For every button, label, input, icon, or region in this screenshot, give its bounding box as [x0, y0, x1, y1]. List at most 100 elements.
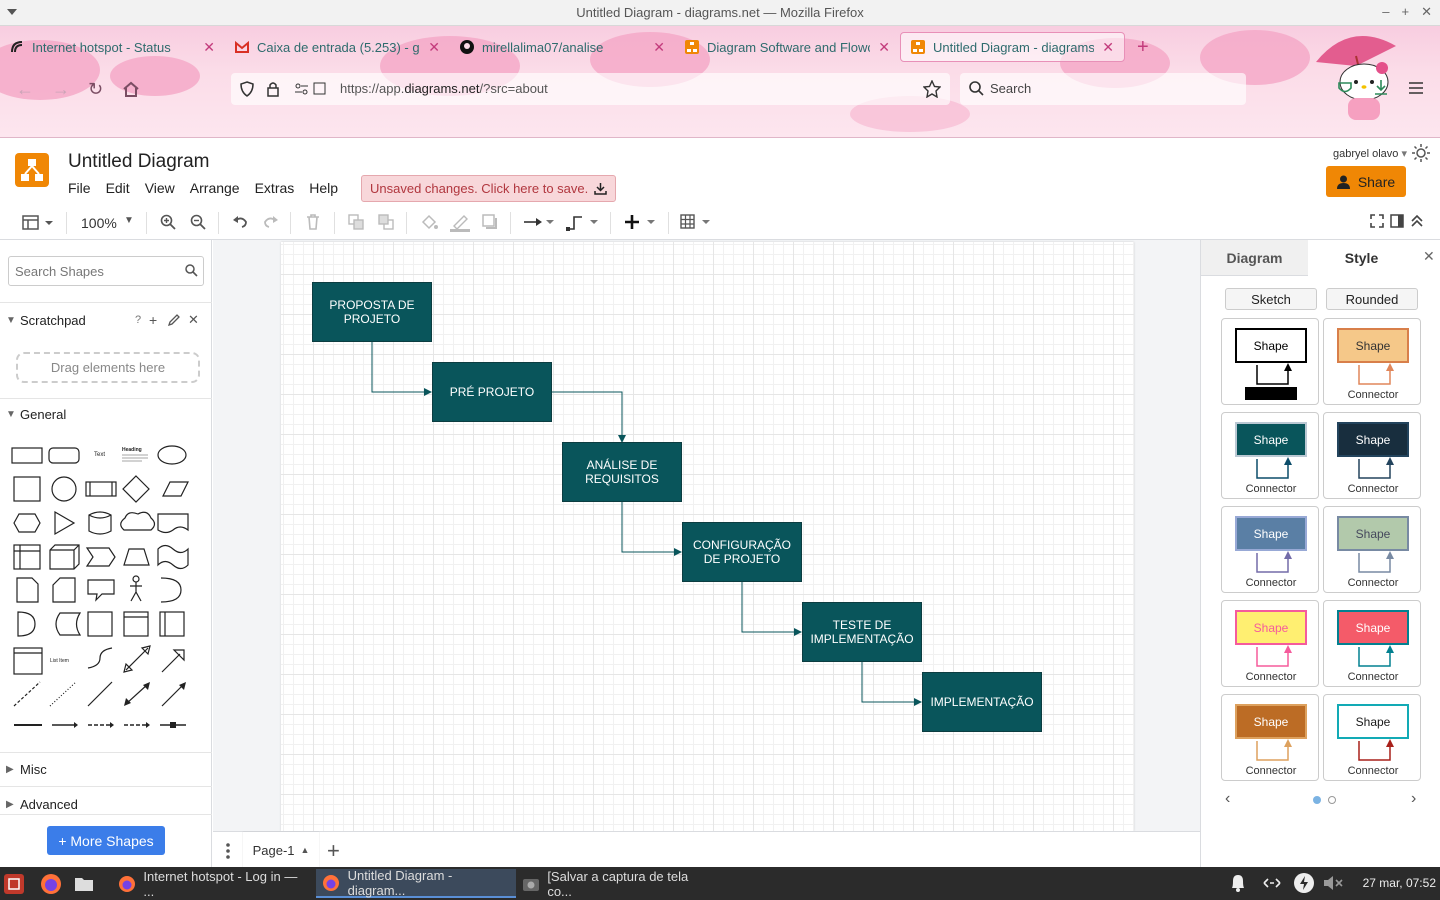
- sidebar-toggle-icon[interactable]: [22, 215, 56, 231]
- node-implementacao[interactable]: IMPLEMENTAÇÃO: [922, 672, 1042, 732]
- downloads-icon[interactable]: [1373, 79, 1389, 97]
- node-teste-de-implementacao[interactable]: TESTE DE IMPLEMENTAÇÃO: [802, 602, 922, 662]
- to-back-icon[interactable]: [378, 214, 394, 230]
- scratchpad-add-icon[interactable]: +: [149, 312, 157, 328]
- close-window-icon[interactable]: ✕: [1421, 4, 1432, 20]
- fullscreen-icon[interactable]: [1370, 214, 1384, 228]
- edge-config-to-teste[interactable]: [741, 582, 802, 636]
- search-icon[interactable]: [185, 264, 198, 277]
- redo-icon[interactable]: [263, 214, 279, 230]
- volume-muted-icon[interactable]: [1323, 875, 1345, 891]
- style-swatch[interactable]: ShapeConnector: [1323, 694, 1421, 781]
- tab-diagram-software[interactable]: Diagram Software and Flowch ✕: [675, 32, 900, 62]
- search-bar[interactable]: Search: [960, 73, 1246, 105]
- back-icon[interactable]: ←: [16, 79, 34, 100]
- sketch-style-button[interactable]: Sketch: [1225, 288, 1317, 310]
- scratchpad-drop-zone[interactable]: Drag elements here: [16, 352, 200, 383]
- forward-icon[interactable]: →: [52, 79, 70, 100]
- previous-page-icon[interactable]: ‹: [1225, 790, 1230, 808]
- permissions-icon[interactable]: [294, 82, 326, 96]
- taskbar-item-diagram[interactable]: Untitled Diagram - diagram...: [316, 868, 516, 898]
- diagram-page[interactable]: PROPOSTA DE PROJETO PRÉ PROJETO ANÁLISE …: [281, 242, 1134, 831]
- scratchpad-close-icon[interactable]: ✕: [188, 312, 199, 328]
- document-title[interactable]: Untitled Diagram: [68, 151, 210, 173]
- style-swatch[interactable]: ShapeConnector: [1221, 600, 1319, 687]
- style-swatch[interactable]: ShapeConnector: [1221, 506, 1319, 593]
- file-manager-icon[interactable]: [74, 875, 94, 892]
- collapse-chevron-icon[interactable]: [1410, 214, 1424, 228]
- lock-icon[interactable]: [266, 81, 280, 97]
- tab-untitled-diagram[interactable]: Untitled Diagram - diagrams. ✕: [900, 32, 1125, 62]
- reload-icon[interactable]: ↻: [88, 79, 103, 100]
- more-shapes-button[interactable]: + More Shapes: [47, 826, 165, 855]
- edge-teste-to-impl[interactable]: [861, 662, 922, 706]
- drawio-logo[interactable]: [15, 153, 49, 187]
- app-menu-icon[interactable]: [4, 874, 24, 894]
- hamburger-menu-icon[interactable]: [1409, 82, 1423, 94]
- tab-gmail[interactable]: Caixa de entrada (5.253) - gab ✕: [225, 32, 450, 62]
- search-shapes-input[interactable]: [8, 256, 204, 286]
- edge-analise-to-config[interactable]: [621, 502, 682, 556]
- node-configuracao-de-projeto[interactable]: CONFIGURAÇÃO DE PROJETO: [682, 522, 802, 582]
- page-tab-page-1[interactable]: Page-1 ▲: [243, 832, 319, 868]
- pager-dot[interactable]: [1328, 796, 1336, 804]
- add-page-button[interactable]: +: [327, 838, 340, 864]
- window-menu-icon[interactable]: [6, 7, 18, 17]
- scratchpad-header[interactable]: ▼ Scratchpad ? + ✕: [0, 306, 211, 334]
- rounded-style-button[interactable]: Rounded: [1326, 288, 1418, 310]
- tab-close-icon[interactable]: ✕: [1102, 39, 1114, 56]
- maximize-icon[interactable]: +: [1402, 4, 1410, 20]
- network-icon[interactable]: [1263, 876, 1281, 890]
- bookmark-star-icon[interactable]: [923, 80, 941, 98]
- delete-icon[interactable]: [306, 214, 320, 230]
- zoom-out-icon[interactable]: [190, 214, 206, 230]
- fill-color-icon[interactable]: [420, 214, 438, 230]
- pager-dot-active[interactable]: [1313, 796, 1321, 804]
- waypoints-icon[interactable]: [566, 214, 600, 232]
- firefox-launcher-icon[interactable]: [40, 873, 62, 895]
- style-swatch[interactable]: ShapeConnector: [1323, 506, 1421, 593]
- connection-arrow-icon[interactable]: [524, 214, 556, 230]
- zoom-level[interactable]: 100%: [81, 215, 117, 231]
- edge-proposta-to-pre[interactable]: [371, 342, 432, 396]
- theme-sun-icon[interactable]: [1412, 144, 1430, 162]
- style-swatch[interactable]: ShapeConnector: [1323, 412, 1421, 499]
- shadow-icon[interactable]: [482, 214, 498, 230]
- url-text[interactable]: https://app.diagrams.net/?src=about: [340, 81, 548, 96]
- undo-icon[interactable]: [232, 214, 248, 230]
- next-page-icon[interactable]: ›: [1411, 790, 1416, 808]
- menu-view[interactable]: View: [145, 180, 175, 196]
- menu-file[interactable]: File: [68, 180, 91, 196]
- notifications-bell-icon[interactable]: [1229, 873, 1247, 893]
- menu-arrange[interactable]: Arrange: [190, 180, 240, 196]
- zoom-in-icon[interactable]: [160, 214, 176, 230]
- style-swatch[interactable]: ShapeConnector: [1221, 412, 1319, 499]
- home-icon[interactable]: [122, 81, 140, 97]
- style-swatch[interactable]: ShapeConnector: [1323, 600, 1421, 687]
- node-proposta-de-projeto[interactable]: PROPOSTA DE PROJETO: [312, 282, 432, 342]
- menu-edit[interactable]: Edit: [106, 180, 130, 196]
- zoom-dropdown-icon[interactable]: ▼: [124, 215, 134, 226]
- pocket-icon[interactable]: [1337, 80, 1353, 96]
- tab-style[interactable]: Style: [1308, 240, 1415, 276]
- tab-github[interactable]: mirellalima07/analise ✕: [450, 32, 675, 62]
- misc-header[interactable]: ▶ Misc: [0, 755, 211, 783]
- diagram-canvas[interactable]: PROPOSTA DE PROJETO PRÉ PROJETO ANÁLISE …: [213, 240, 1200, 831]
- table-icon[interactable]: [680, 214, 712, 230]
- tab-internet-hotspot[interactable]: Internet hotspot - Status ✕: [0, 32, 225, 62]
- new-tab-button[interactable]: +: [1137, 36, 1149, 59]
- style-swatch[interactable]: ShapeConnector: [1221, 694, 1319, 781]
- taskbar-item-screenshot[interactable]: [Salvar a captura de tela co...: [516, 869, 716, 899]
- unsaved-changes-button[interactable]: Unsaved changes. Click here to save.: [361, 175, 617, 202]
- url-bar[interactable]: https://app.diagrams.net/?src=about: [231, 73, 950, 105]
- tab-close-icon[interactable]: ✕: [878, 39, 890, 56]
- user-menu[interactable]: gabryel olavo ▾: [1333, 147, 1407, 160]
- power-icon[interactable]: [1293, 872, 1315, 894]
- menu-help[interactable]: Help: [309, 180, 338, 196]
- node-pre-projeto[interactable]: PRÉ PROJETO: [432, 362, 552, 422]
- taskbar-item-hotspot[interactable]: Internet hotspot - Log in — ...: [112, 869, 312, 899]
- scratchpad-help-icon[interactable]: ?: [135, 314, 141, 326]
- minimize-icon[interactable]: –: [1382, 4, 1389, 20]
- to-front-icon[interactable]: [348, 214, 364, 230]
- scratchpad-edit-icon[interactable]: [168, 314, 180, 326]
